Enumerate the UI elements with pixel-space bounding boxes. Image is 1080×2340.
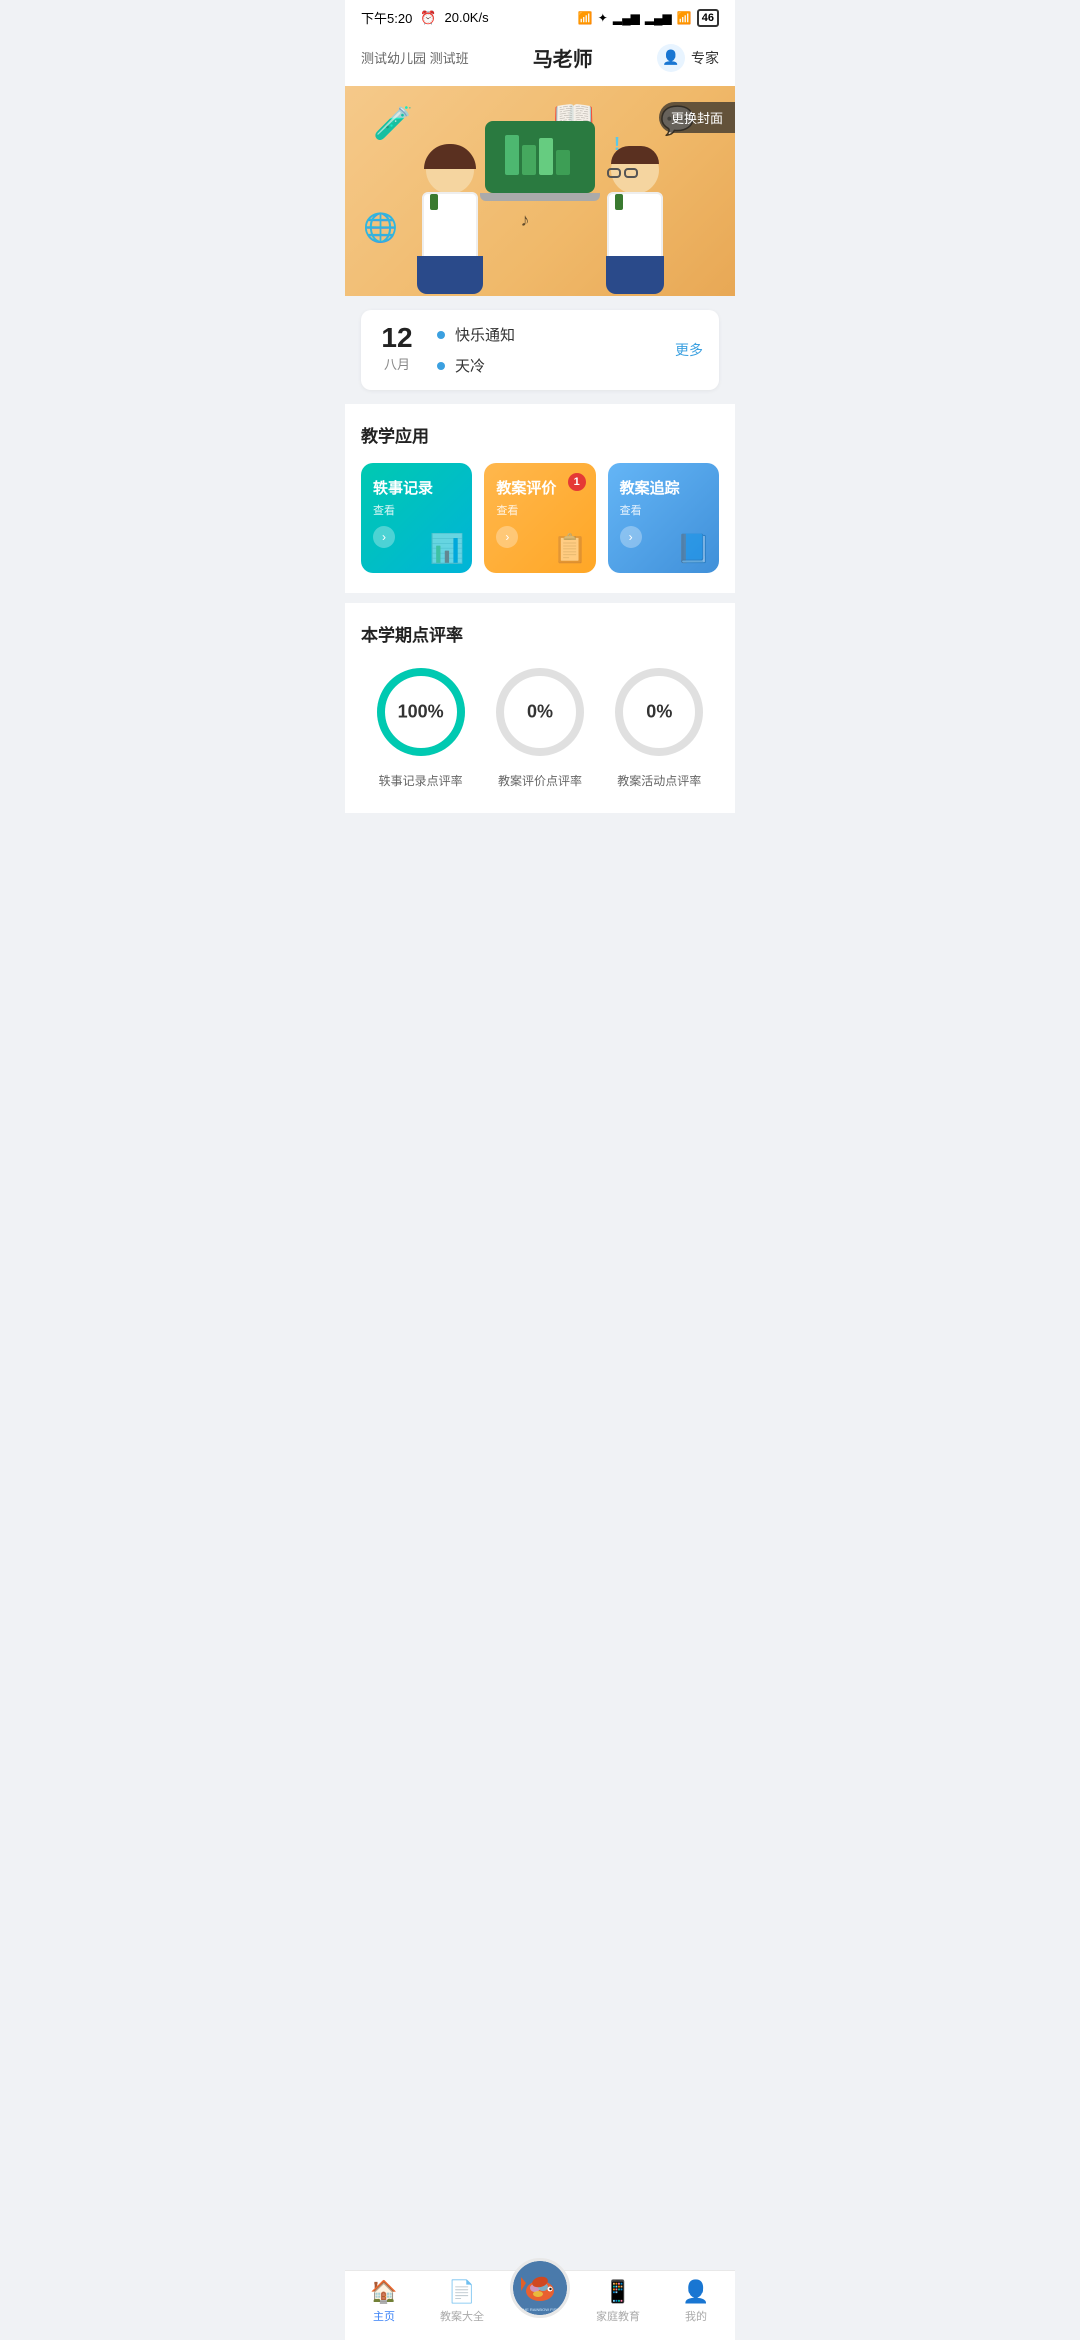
lesson-review-sub: 查看 [496, 502, 583, 518]
anecdote-record-title: 轶事记录 [373, 477, 460, 498]
anecdote-rating-value: 100% [398, 702, 444, 723]
lesson-review-card[interactable]: 教案评价 查看 › 1 📋 [484, 463, 595, 573]
family-education-label: 家庭教育 [596, 2308, 640, 2324]
bottom-navigation: 🏠 主页 📄 教案大全 [345, 2270, 735, 2340]
rating-title: 本学期点评率 [361, 621, 719, 646]
lesson-activity-circle: 0% [609, 662, 709, 762]
lesson-review-badge: 1 [568, 473, 586, 491]
wifi-icon: 📶 [578, 11, 593, 25]
battery-icon: 46 [697, 9, 719, 27]
lesson-review-arrow[interactable]: › [496, 526, 518, 548]
mine-label: 我的 [685, 2308, 707, 2324]
nav-family-education[interactable]: 📱 家庭教育 [579, 2279, 657, 2324]
nav-lesson-all[interactable]: 📄 教案大全 [423, 2279, 501, 2324]
lesson-review-rating-item: 0% 教案评价点评率 [490, 662, 590, 789]
lesson-all-label: 教案大全 [440, 2308, 484, 2324]
lesson-activity-rating-item: 0% 教案活动点评率 [609, 662, 709, 789]
status-time: 下午5:20 [361, 8, 412, 27]
notice-month: 八月 [377, 354, 417, 373]
rating-section: 本学期点评率 100% 轶事记录点评率 0% 教案评价点评率 [345, 603, 735, 813]
notice-day: 12 [377, 324, 417, 352]
signal-icon: ▂▄▆ [613, 11, 640, 25]
nav-rainbow-fish[interactable]: THE RAINBOW FISH [501, 2258, 579, 2321]
status-alarm-icon: ⏰ [420, 10, 436, 26]
lesson-activity-rating-value: 0% [646, 702, 672, 723]
status-speed: 20.0K/s [445, 10, 489, 25]
user-icon[interactable]: 👤 [657, 44, 685, 72]
lesson-review-circle: 0% [490, 662, 590, 762]
anecdote-record-arrow[interactable]: › [373, 526, 395, 548]
notice-item-1[interactable]: 快乐通知 [437, 324, 675, 345]
lesson-review-rating-value: 0% [527, 702, 553, 723]
teaching-apps-section: 教学应用 轶事记录 查看 › 📊 教案评价 查看 › 1 📋 教案追踪 查看 ›… [345, 404, 735, 593]
expert-label[interactable]: 专家 [691, 48, 719, 68]
notice-dot-1 [437, 331, 445, 339]
notice-items: 快乐通知 天冷 [437, 324, 675, 376]
lesson-track-card[interactable]: 教案追踪 查看 › 📘 [608, 463, 719, 573]
lesson-activity-rating-label: 教案活动点评率 [617, 772, 701, 789]
anecdote-circle: 100% [371, 662, 471, 762]
status-bar: 下午5:20 ⏰ 20.0K/s 📶 ✦ ▂▄▆ ▂▄▆ 📶 46 [345, 0, 735, 33]
wifi-icon-2: 📶 [677, 11, 692, 25]
lesson-track-sub: 查看 [620, 502, 707, 518]
content-spacer [345, 813, 735, 933]
mine-icon: 👤 [682, 2279, 709, 2305]
notice-text-1: 快乐通知 [455, 324, 515, 345]
rainbow-fish-circle: THE RAINBOW FISH [510, 2258, 570, 2318]
anecdote-record-card[interactable]: 轶事记录 查看 › 📊 [361, 463, 472, 573]
nav-home[interactable]: 🏠 主页 [345, 2279, 423, 2324]
notice-card: 12 八月 快乐通知 天冷 更多 [361, 310, 719, 390]
rating-circles-container: 100% 轶事记录点评率 0% 教案评价点评率 0% 教案 [361, 662, 719, 789]
home-icon: 🏠 [370, 2279, 397, 2305]
girl-character [400, 136, 500, 296]
lesson-review-icon: 📋 [553, 532, 588, 565]
teaching-apps-title: 教学应用 [361, 422, 719, 447]
notice-text-2: 天冷 [455, 355, 485, 376]
header: 测试幼儿园 测试班 马老师 👤 专家 [345, 33, 735, 86]
notice-item-2[interactable]: 天冷 [437, 355, 675, 376]
boy-character [585, 136, 685, 296]
lesson-track-title: 教案追踪 [620, 477, 707, 498]
lesson-track-arrow[interactable]: › [620, 526, 642, 548]
music-decoration: ♪ [521, 210, 530, 231]
school-class-label: 测试幼儿园 测试班 [361, 48, 469, 67]
notice-date: 12 八月 [377, 324, 417, 373]
banner: 🧪 📖 💬 🌐 ? ! ♪ [345, 86, 735, 296]
change-cover-button[interactable]: 更换封面 [659, 102, 735, 133]
app-cards-container: 轶事记录 查看 › 📊 教案评价 查看 › 1 📋 教案追踪 查看 › 📘 [361, 463, 719, 573]
anecdote-rating-label: 轶事记录点评率 [379, 772, 463, 789]
globe-decoration: 🌐 [363, 211, 398, 244]
lesson-all-icon: 📄 [448, 2279, 475, 2305]
home-label: 主页 [373, 2308, 395, 2324]
family-education-icon: 📱 [604, 2279, 631, 2305]
anecdote-record-icon: 📊 [429, 532, 464, 565]
notice-dot-2 [437, 362, 445, 370]
svg-text:THE RAINBOW FISH: THE RAINBOW FISH [521, 2307, 560, 2312]
anecdote-record-sub: 查看 [373, 502, 460, 518]
nav-mine[interactable]: 👤 我的 [657, 2279, 735, 2324]
anecdote-rating-item: 100% 轶事记录点评率 [371, 662, 471, 789]
rainbow-fish-inner: THE RAINBOW FISH [513, 2261, 567, 2315]
teacher-name: 马老师 [533, 43, 593, 72]
lesson-review-rating-label: 教案评价点评率 [498, 772, 582, 789]
signal-icon-2: ▂▄▆ [645, 11, 672, 25]
lesson-track-icon: 📘 [676, 532, 711, 565]
bluetooth-icon: ✦ [598, 11, 608, 25]
notice-more-button[interactable]: 更多 [675, 340, 703, 360]
laptop-decoration [485, 121, 595, 201]
